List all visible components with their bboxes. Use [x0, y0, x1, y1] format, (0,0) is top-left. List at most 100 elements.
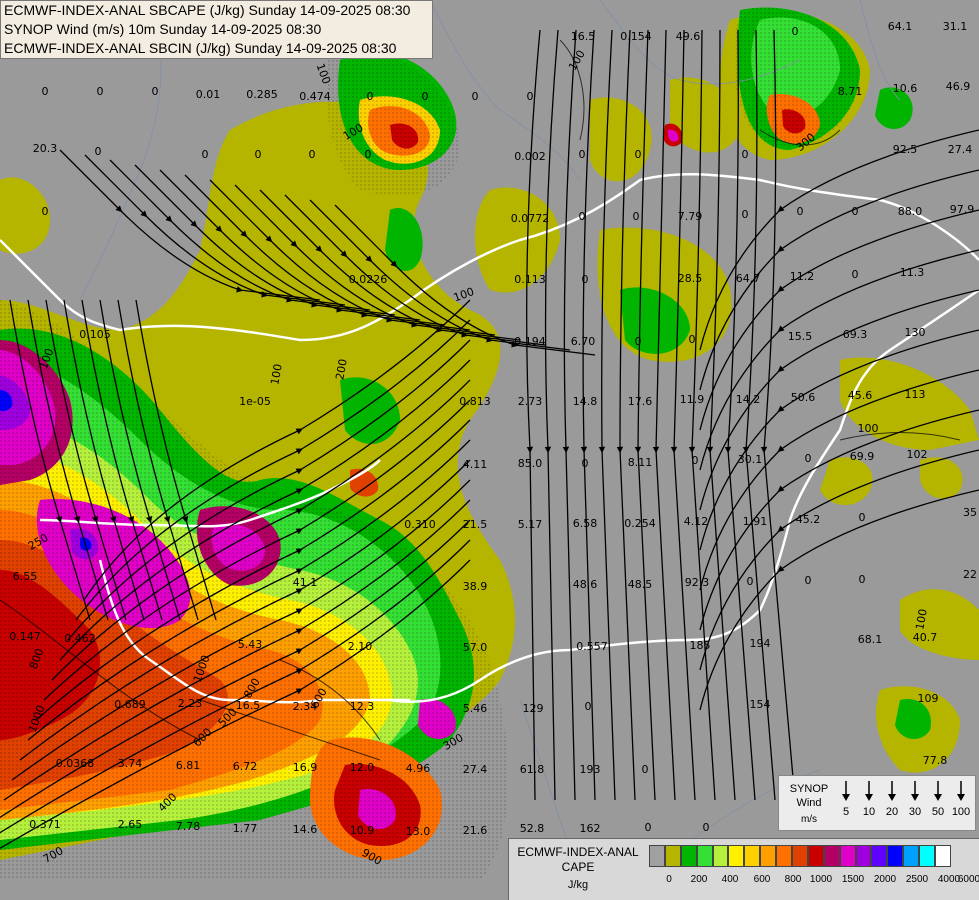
- map-value-label: 92.3: [685, 576, 710, 589]
- map-value-label: 0: [859, 573, 866, 586]
- map-value-label: 20.3: [33, 142, 58, 155]
- cape-swatch: [903, 845, 920, 867]
- wind-legend-item: 20: [881, 778, 903, 818]
- map-value-label: 27.4: [948, 143, 973, 156]
- map-value-label: 0.0368: [56, 757, 95, 770]
- map-value-label: 0: [645, 821, 652, 834]
- map-value-label: 3.74: [118, 757, 143, 770]
- map-value-label: 0: [642, 763, 649, 776]
- cape-tick-label: 2500: [905, 874, 929, 885]
- map-value-label: 69.3: [843, 328, 868, 341]
- map-value-label: 0.474: [299, 90, 331, 103]
- map-value-label: 0: [585, 700, 592, 713]
- map-value-label: 92.5: [893, 143, 918, 156]
- map-value-label: 13.0: [406, 825, 431, 838]
- cape-scale-ticks: 0 200 400 600 800 1000 1500 2000 2500 4000 6000: [649, 874, 979, 890]
- wind-legend-unit: m/s: [800, 814, 818, 825]
- map-value-label: 68.1: [858, 633, 883, 646]
- map-value-label: 0.557: [576, 640, 608, 653]
- map-value-label: 0: [422, 90, 429, 103]
- map-value-label: 0: [859, 511, 866, 524]
- cape-legend: ECMWF-INDEX-ANAL CAPE J/kg 0 200 400 600 800…: [508, 838, 979, 900]
- map-value-label: 15.5: [788, 330, 813, 343]
- cape-color-scale: [649, 845, 951, 867]
- map-value-label: 1.91: [743, 515, 768, 528]
- map-value-label: 0: [747, 575, 754, 588]
- map-value-label: 85.0: [518, 457, 543, 470]
- map-value-label: 185: [690, 639, 711, 652]
- map-value-label: 130: [905, 326, 926, 339]
- map-value-label: 10.6: [893, 82, 918, 95]
- map-value-label: 0.01: [196, 88, 221, 101]
- map-value-label: 0: [255, 148, 262, 161]
- cape-tick-label: 4000: [937, 874, 961, 885]
- cape-swatch: [760, 845, 777, 867]
- map-value-label: 11.9: [680, 393, 705, 406]
- map-value-label: 64.7: [736, 272, 761, 285]
- map-value-label: 0.0226: [349, 273, 388, 286]
- cape-tick-label: 1500: [841, 874, 865, 885]
- wind-speed-label: 10: [862, 806, 876, 818]
- map-value-label: 0: [97, 85, 104, 98]
- map-value-label: 0: [527, 90, 534, 103]
- cape-tick-label: 6000: [957, 874, 979, 885]
- map-value-label: 10.9: [350, 824, 375, 837]
- title-cape: ECMWF-INDEX-ANAL SBCAPE (J/kg) Sunday 14…: [4, 2, 411, 18]
- map-value-label: 17.6: [628, 395, 653, 408]
- map-value-label: 0: [582, 273, 589, 286]
- map-value-label: 57.0: [463, 641, 488, 654]
- map-value-label: 0.689: [114, 698, 146, 711]
- cape-tick-label: 0: [666, 874, 672, 885]
- map-value-label: 0: [42, 205, 49, 218]
- cape-swatch: [807, 845, 824, 867]
- cape-swatch: [823, 845, 840, 867]
- cape-swatch: [855, 845, 872, 867]
- title-box: ECMWF-INDEX-ANAL SBCAPE (J/kg) Sunday 14…: [0, 0, 433, 59]
- map-value-label: 0: [582, 457, 589, 470]
- map-value-label: 21.6: [463, 824, 488, 837]
- map-value-label: 35: [963, 506, 977, 519]
- map-value-label: 5.43: [238, 638, 263, 651]
- map-value-label: 22: [963, 568, 977, 581]
- map-value-label: 0: [805, 452, 812, 465]
- wind-speed-label: 100: [951, 806, 971, 818]
- title-wind: SYNOP Wind (m/s) 10m Sunday 14-09-2025 0…: [4, 21, 322, 37]
- map-value-label: 88.0: [898, 205, 923, 218]
- map-value-label: 16.9: [293, 761, 318, 774]
- map-value-label: 0: [852, 268, 859, 281]
- wind-legend: SYNOP Wind m/s 5 10 20 30 50 100: [778, 775, 976, 831]
- map-value-label: 21.5: [463, 518, 488, 531]
- map-value-label: 14.8: [573, 395, 598, 408]
- map-value-label: 2.73: [518, 395, 543, 408]
- down-arrow-icon: [934, 781, 942, 801]
- map-value-label: 6.55: [13, 570, 38, 583]
- map-value-label: 6.72: [233, 760, 258, 773]
- cape-legend-unit: J/kg: [567, 879, 589, 891]
- map-value-label: 8.11: [628, 456, 653, 469]
- map-value-label: 129: [523, 702, 544, 715]
- map-value-label: 0.371: [29, 818, 61, 831]
- map-value-label: 194: [750, 637, 771, 650]
- map-value-label: 0.254: [624, 517, 656, 530]
- map-value-label: 0.002: [514, 150, 546, 163]
- map-value-label: 154: [750, 698, 771, 711]
- down-arrow-icon: [842, 781, 850, 801]
- map-value-label: 40.7: [913, 631, 938, 644]
- map-value-label: 4.11: [463, 458, 488, 471]
- map-value-label: 0.113: [514, 273, 546, 286]
- map-value-label: 0: [852, 205, 859, 218]
- map-value-label: 5.17: [518, 518, 543, 531]
- cape-map: 0 0 0 0.01 0.285 0.474 0 0 0 0 16.5 0.154 49.6 0 64.1 3…: [0, 0, 979, 900]
- cape-swatch: [839, 845, 856, 867]
- map-value-label: 45.2: [796, 513, 821, 526]
- map-value-label: 69.9: [850, 450, 875, 463]
- map-value-label: 77.8: [923, 754, 948, 767]
- map-value-label: 12.3: [350, 700, 375, 713]
- map-value-label: 52.8: [520, 822, 545, 835]
- cape-swatch: [919, 845, 936, 867]
- wind-legend-title: SYNOP: [789, 783, 829, 795]
- map-value-label: 27.4: [463, 763, 488, 776]
- title-cin: ECMWF-INDEX-ANAL SBCIN (J/kg) Sunday 14-…: [4, 40, 397, 56]
- map-value-label: 1e-05: [239, 395, 271, 408]
- cape-legend-subtitle: CAPE: [561, 860, 595, 874]
